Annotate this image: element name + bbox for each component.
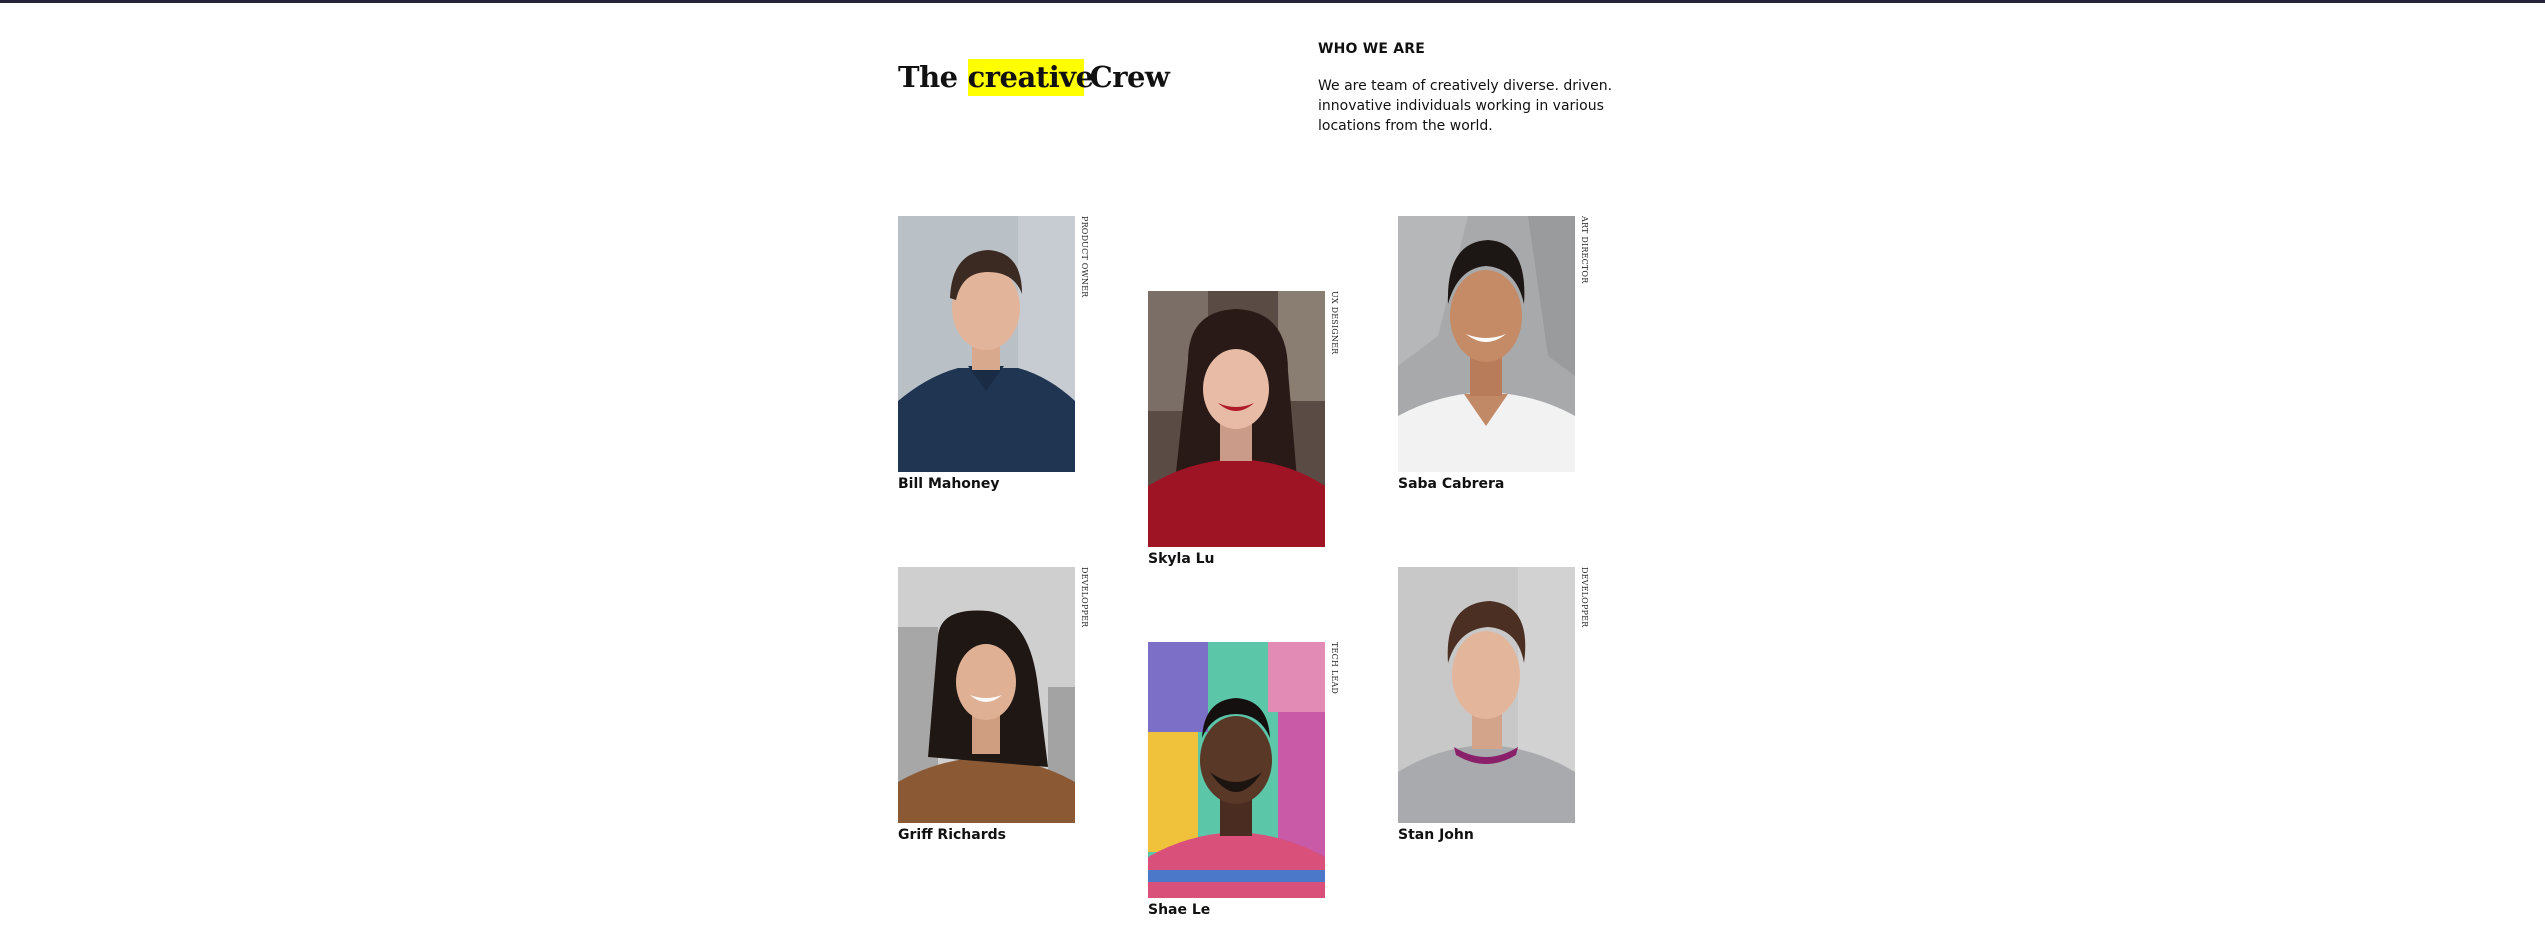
title-word-the: The bbox=[898, 60, 958, 95]
about-text: We are team of creatively diverse. drive… bbox=[1318, 78, 1613, 134]
title-highlight: creative bbox=[967, 58, 1094, 96]
member-role: TECH LEAD bbox=[1330, 642, 1339, 694]
member-role: ART DIRECTOR bbox=[1580, 216, 1589, 284]
member-name: Shae Le bbox=[1148, 902, 1211, 918]
page-title: The creative Crew bbox=[898, 57, 1170, 97]
member-role: DEVELOPPER bbox=[1080, 567, 1089, 628]
member-name: Stan John bbox=[1398, 827, 1474, 843]
member-photo bbox=[1398, 216, 1575, 472]
member-name: Griff Richards bbox=[898, 827, 1006, 843]
member-role: DEVELOPPER bbox=[1580, 567, 1589, 628]
team-card: TECH LEAD Shae Le bbox=[1148, 642, 1339, 918]
team-card: DEVELOPPER Griff Richards bbox=[898, 567, 1089, 843]
title-word-crew: Crew bbox=[1089, 60, 1170, 95]
member-photo bbox=[898, 567, 1075, 823]
member-name: Skyla Lu bbox=[1148, 551, 1215, 567]
member-photo bbox=[1148, 291, 1325, 547]
team-card: UX DESIGNER Skyla Lu bbox=[1148, 291, 1339, 567]
member-photo bbox=[1398, 567, 1575, 823]
member-name: Saba Cabrera bbox=[1398, 476, 1505, 492]
team-card: DEVELOPPER Stan John bbox=[1398, 567, 1589, 843]
team-card: PRODUCT OWNER Bill Mahoney bbox=[898, 216, 1089, 492]
member-photo bbox=[898, 216, 1075, 472]
member-photo bbox=[1148, 642, 1325, 898]
about-section: WHO WE ARE We are team of creatively div… bbox=[1318, 39, 1628, 136]
member-role: UX DESIGNER bbox=[1330, 291, 1339, 355]
member-name: Bill Mahoney bbox=[898, 476, 1000, 492]
about-heading: WHO WE ARE bbox=[1318, 41, 1425, 57]
team-card: ART DIRECTOR Saba Cabrera bbox=[1398, 216, 1589, 492]
top-border bbox=[0, 0, 2545, 3]
member-role: PRODUCT OWNER bbox=[1080, 216, 1089, 298]
